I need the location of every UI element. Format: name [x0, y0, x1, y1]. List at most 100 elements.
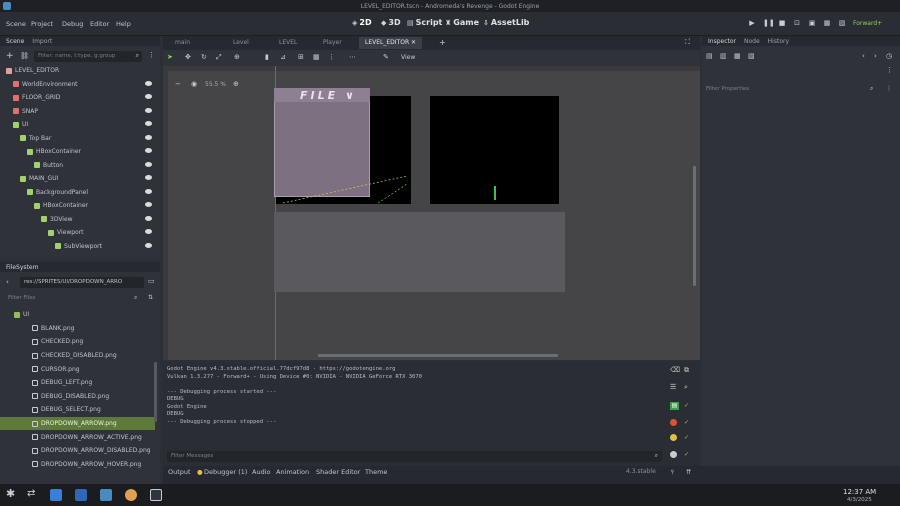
filesystem-item[interactable]: UI: [0, 308, 155, 322]
pin-panel-icon[interactable]: ⇈: [686, 468, 691, 476]
new-resource-icon[interactable]: ▤: [706, 52, 713, 60]
error-filter-icon[interactable]: [670, 419, 677, 426]
scale-mode-icon[interactable]: ⤢: [216, 53, 222, 62]
warning-filter-icon[interactable]: [670, 434, 677, 441]
object-menu-icon[interactable]: ⋮: [886, 66, 893, 74]
tab-debugger[interactable]: Debugger (1): [204, 468, 247, 476]
zoom-in-icon[interactable]: ⊕: [233, 80, 239, 88]
view-menu[interactable]: View: [401, 54, 415, 61]
filesystem-item[interactable]: DROPDOWN_ARROW_DISABLED.png: [0, 444, 155, 458]
message-filter-icon[interactable]: ▤: [670, 402, 679, 410]
task-switcher-icon[interactable]: ⇄: [27, 488, 35, 499]
menu-editor[interactable]: Editor: [90, 20, 109, 28]
copy-output-icon[interactable]: ⧉: [684, 366, 689, 375]
godot-taskbar-icon[interactable]: [100, 489, 112, 501]
tab-history[interactable]: History: [768, 38, 789, 45]
group-icon[interactable]: ⊿: [280, 53, 286, 61]
history-forward-icon[interactable]: ›: [874, 52, 877, 60]
workspace-assetlib-tab[interactable]: ⇩ AssetLib: [483, 18, 529, 27]
visibility-eye-icon[interactable]: [145, 161, 152, 167]
movie-maker-icon[interactable]: ▧: [838, 19, 846, 27]
renderer-selector[interactable]: Forward+: [853, 20, 882, 27]
file-menu-header[interactable]: FILE ∨: [274, 88, 370, 102]
scene-tab[interactable]: main: [169, 37, 196, 49]
tab-import[interactable]: Import: [32, 38, 52, 45]
filesystem-item[interactable]: BLANK.png: [0, 322, 155, 336]
scene-tab[interactable]: LEVEL: [273, 37, 303, 49]
tab-animation[interactable]: Animation: [276, 468, 309, 476]
filesystem-item[interactable]: DROPDOWN_ARROW_HOVER.png: [0, 458, 155, 472]
menu-help[interactable]: Help: [116, 20, 131, 28]
scene-tree-node[interactable]: SNAP: [0, 105, 158, 118]
sort-icon[interactable]: ⇅: [148, 294, 153, 301]
filesystem-item[interactable]: DEBUG_DISABLED.png: [0, 390, 155, 404]
workspace-3d-tab[interactable]: ◆ 3D: [381, 18, 401, 27]
play-scene-icon[interactable]: ▣: [808, 19, 816, 27]
stop-icon[interactable]: ■: [778, 19, 786, 27]
scene-tree-node[interactable]: Viewport: [0, 226, 158, 239]
menu-project[interactable]: Project: [31, 20, 53, 28]
property-options-icon[interactable]: ⋮: [886, 85, 892, 92]
remote-debug-icon[interactable]: ⊡: [793, 19, 801, 27]
tab-node[interactable]: Node: [744, 38, 760, 45]
close-tab-icon[interactable]: ✕: [409, 39, 416, 46]
more-options-icon[interactable]: ⋮: [148, 51, 155, 59]
menu-debug[interactable]: Debug: [62, 20, 83, 28]
tab-inspector[interactable]: Inspector: [708, 38, 736, 45]
scene-tree-node[interactable]: UI: [0, 118, 158, 131]
zoom-level[interactable]: 55.5 %: [205, 81, 226, 88]
scene-tab[interactable]: Level: [227, 37, 255, 49]
back-icon[interactable]: ‹: [6, 278, 9, 286]
scene-tab[interactable]: LEVEL_EDITOR ✕: [359, 37, 423, 49]
scene-tree-node[interactable]: Button: [0, 159, 158, 172]
workspace-2d-tab[interactable]: ◈ 2D: [352, 18, 372, 27]
snap-options-icon[interactable]: ⋮: [328, 53, 335, 61]
play-icon[interactable]: ▶: [748, 19, 756, 27]
visibility-eye-icon[interactable]: [145, 121, 152, 126]
grid-snap-icon[interactable]: ▦: [313, 53, 320, 61]
tab-scene[interactable]: Scene: [6, 38, 24, 45]
tab-theme[interactable]: Theme: [365, 468, 387, 476]
filesystem-item[interactable]: DROPDOWN_ARROW.png: [0, 416, 155, 431]
workspace-game-tab[interactable]: ♜ Game: [445, 18, 479, 27]
filesystem-item[interactable]: CHECKED.png: [0, 335, 155, 349]
visibility-eye-icon[interactable]: [145, 202, 152, 207]
add-node-icon[interactable]: +: [6, 51, 14, 61]
tab-audio[interactable]: Audio: [252, 468, 270, 476]
filesystem-scrollbar[interactable]: [154, 362, 157, 422]
scene-tree-node[interactable]: BackgroundPanel: [0, 186, 158, 199]
scene-tree-node[interactable]: 3DView: [0, 213, 158, 226]
search-icon[interactable]: ⌕: [684, 383, 688, 392]
visibility-eye-icon[interactable]: [145, 175, 152, 180]
start-menu-icon[interactable]: ✱: [6, 487, 15, 500]
filesystem-item[interactable]: CHECKED_DISABLED.png: [0, 349, 155, 363]
zoom-out-icon[interactable]: −: [175, 80, 181, 88]
scene-tree-node[interactable]: Top Bar: [0, 132, 158, 145]
menu-scene[interactable]: Scene: [6, 20, 26, 28]
scene-filter-input[interactable]: Filter: name, t:type, g:group ⌕: [34, 51, 142, 62]
load-resource-icon[interactable]: ▥: [720, 52, 727, 60]
visibility-eye-icon[interactable]: [145, 148, 152, 153]
visibility-eye-icon[interactable]: [145, 215, 152, 221]
visibility-eye-icon[interactable]: [145, 80, 152, 86]
scene-tree-node[interactable]: MAIN_GUI: [0, 172, 158, 185]
clear-output-icon[interactable]: ⌫: [670, 366, 680, 374]
visibility-eye-icon[interactable]: [145, 134, 152, 140]
scene-tree-node[interactable]: WorldEnvironment: [0, 78, 158, 91]
scene-tree-node[interactable]: SubViewport: [0, 240, 158, 253]
canvas-viewport[interactable]: − ◉ 55.5 % ⊕ FILE ∨: [163, 66, 700, 360]
filesystem-item[interactable]: DEBUG_LEFT.png: [0, 376, 155, 390]
output-filter-input[interactable]: Filter Messages ⌕: [167, 451, 662, 462]
toggle-autoscroll-icon[interactable]: ☰: [670, 383, 676, 391]
split-view-icon[interactable]: ▭: [148, 277, 155, 285]
files-icon[interactable]: [75, 489, 87, 501]
lock-icon[interactable]: ▮: [265, 53, 269, 61]
viewport-vertical-scrollbar[interactable]: [693, 166, 696, 286]
history-back-icon[interactable]: ‹: [862, 52, 865, 60]
rotate-mode-icon[interactable]: ↻: [201, 53, 207, 61]
instance-scene-icon[interactable]: ⛓: [20, 52, 29, 60]
save-resource-icon[interactable]: ▦: [734, 52, 741, 60]
visibility-eye-icon[interactable]: [145, 188, 152, 194]
pivot-icon[interactable]: ⊕: [234, 53, 240, 61]
scene-tree-node[interactable]: FLOOR_GRID: [0, 91, 158, 104]
